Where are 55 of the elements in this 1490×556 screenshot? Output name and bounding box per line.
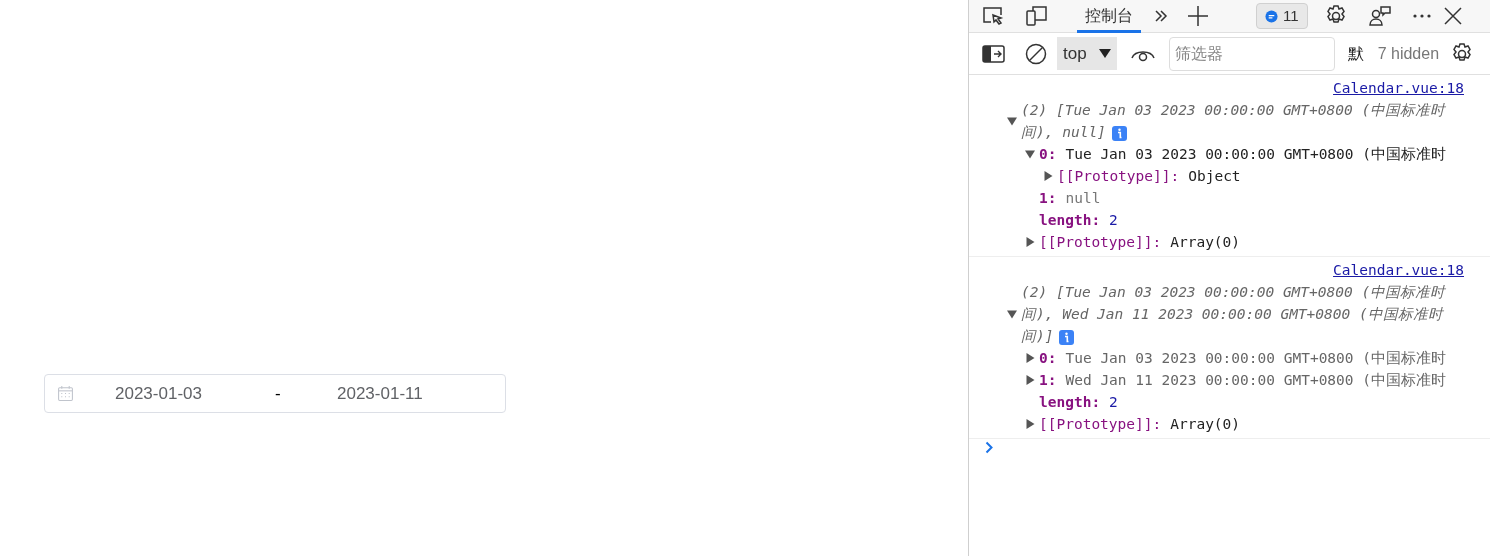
property-key: 1: [1039,369,1057,391]
property-value: Array(0) [1170,415,1241,434]
source-link[interactable]: Calendar.vue:18 [1333,259,1464,281]
prompt-chevron-icon [985,441,994,454]
start-date[interactable]: 2023-01-03 [115,380,265,407]
property-key: 0: [1039,143,1057,165]
triangle-icon[interactable] [1025,375,1035,385]
more-tabs-icon[interactable] [1153,8,1169,24]
triangle-icon[interactable] [1007,309,1017,319]
property-value: null [1065,189,1101,208]
plus-icon[interactable] [1187,5,1209,27]
property-value: 2 [1109,393,1118,412]
property-value: Array(0) [1170,233,1241,252]
property-value: Object [1188,167,1241,186]
triangle-icon[interactable] [1007,116,1017,126]
property-value: Tue Jan 03 2023 00:00:00 GMT+0800 (中国标准时 [1065,349,1446,368]
filter-field[interactable]: 筛选器 [1168,36,1335,71]
info-icon[interactable] [1111,125,1127,141]
message-icon [1265,9,1278,23]
property-key: [[Prototype]]: [1039,413,1162,435]
source-link[interactable]: Calendar.vue:18 [1333,77,1464,99]
more-icon[interactable] [1411,13,1432,19]
issues-button[interactable]: 11 [1256,3,1308,29]
clear-console-icon[interactable] [1025,42,1047,65]
property-key: 0: [1039,347,1057,369]
property-key: [[Prototype]]: [1039,231,1162,253]
property-value: Wed Jan 11 2023 00:00:00 GMT+0800 (中国标准时 [1065,371,1446,390]
property-key: 1: [1039,187,1057,209]
date-range-field[interactable]: 2023-01-03 - 2023-01-11 [44,374,506,413]
end-date[interactable]: 2023-01-11 [337,380,423,407]
property-key: length: [1039,391,1101,413]
triangle-icon[interactable] [1025,353,1035,363]
console-tab[interactable]: 控制台 [1077,0,1141,33]
triangle-icon[interactable] [1043,171,1053,181]
calendar-icon [57,385,74,402]
feedback-icon[interactable] [1367,4,1392,28]
inspect-icon[interactable] [981,5,1005,27]
property-key: length: [1039,209,1101,231]
log-message[interactable]: (2) [Tue Jan 03 2023 00:00:00 GMT+0800 (中国标准时间), null] [1021,99,1471,143]
range-separator: - [275,382,282,405]
triangle-icon[interactable] [1025,149,1035,159]
property-key: [[Prototype]]: [1057,165,1180,187]
context-dropdown[interactable]: top [1057,37,1117,70]
close-icon[interactable] [1443,7,1462,25]
dropdown-caret-icon [1098,49,1111,58]
triangle-icon[interactable] [1025,237,1035,247]
property-value: 2 [1109,211,1118,230]
device-icon[interactable] [1025,5,1049,27]
triangle-icon[interactable] [1025,419,1035,429]
hidden-count: 7 hidden [1377,43,1440,64]
sidebar-toggle-icon[interactable] [982,44,1005,63]
log-message[interactable]: (2) [Tue Jan 03 2023 00:00:00 GMT+0800 (中国标准时间), Wed Jan 11 2023 00:00:00 GMT+0800 (中国标准时间)] [1021,281,1471,347]
info-icon[interactable] [1059,329,1075,345]
log-levels-dropdown[interactable]: 默 [1347,41,1364,66]
property-value: Tue Jan 03 2023 00:00:00 GMT+0800 (中国标准时 [1065,145,1446,164]
